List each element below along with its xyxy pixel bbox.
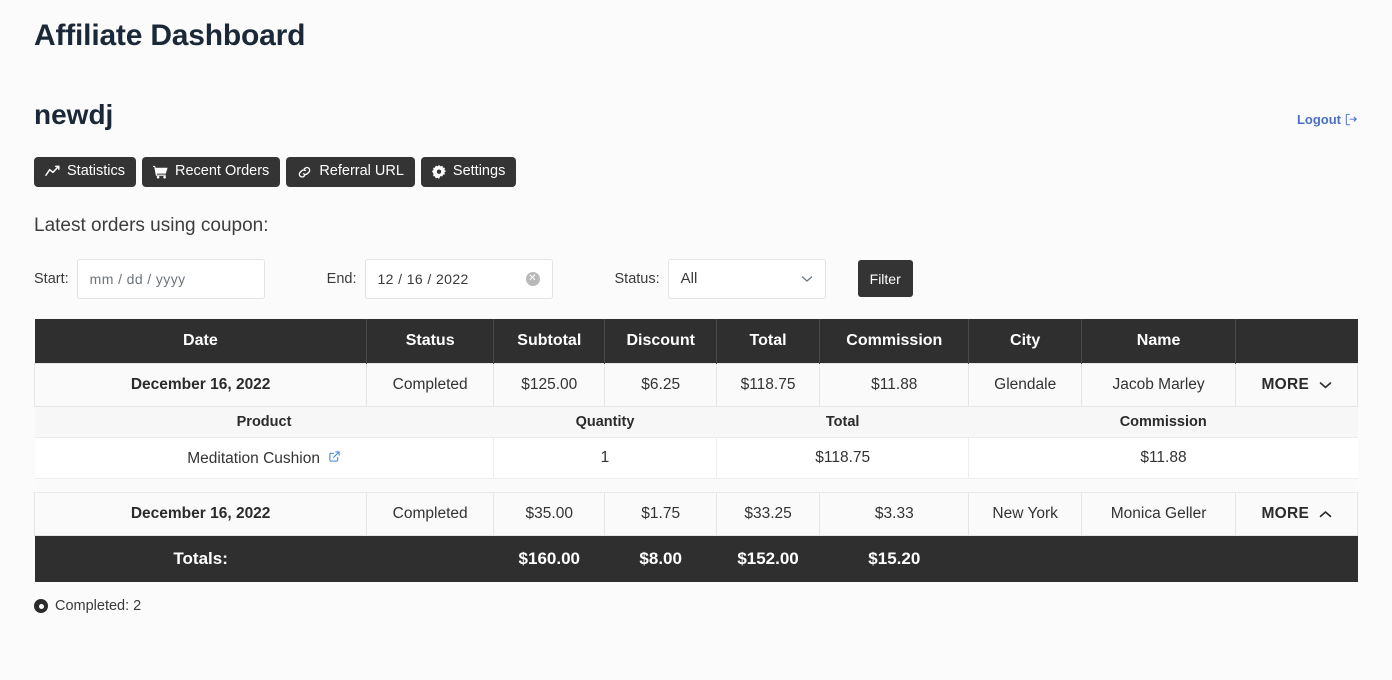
tab-bar: Statistics Recent Orders Referral URL [34, 157, 1358, 187]
logout-link[interactable]: Logout [1297, 112, 1358, 131]
cell-discount: $6.25 [605, 364, 716, 407]
totals-city-empty [969, 536, 1081, 583]
cell-total: $33.25 [716, 493, 819, 536]
filter-bar: Start: mm / dd / yyyy End: 12 / 16 / 202… [34, 259, 1358, 299]
shopping-cart-icon [153, 165, 168, 179]
tab-settings[interactable]: Settings [421, 157, 516, 187]
table-row[interactable]: December 16, 2022 Completed $125.00 $6.2… [35, 364, 1358, 407]
column-header-discount: Discount [605, 319, 716, 364]
cell-name: Jacob Marley [1081, 364, 1235, 407]
account-header: newdj Logout [34, 100, 1358, 131]
detail-cell-quantity: 1 [494, 438, 717, 479]
tab-settings-label: Settings [453, 163, 505, 180]
end-date-label: End: [327, 271, 357, 287]
more-toggle-button[interactable]: MORE [1236, 364, 1358, 407]
status-dot-icon [34, 599, 48, 613]
page-title: Affiliate Dashboard [34, 0, 1358, 54]
detail-column-product: Product [35, 407, 494, 438]
totals-status-empty [367, 536, 494, 583]
link-icon [297, 165, 312, 179]
cell-date: December 16, 2022 [35, 493, 367, 536]
page-container: Affiliate Dashboard newdj Logout Statist… [0, 0, 1392, 614]
detail-cell-commission: $11.88 [969, 438, 1358, 479]
cell-status: Completed [367, 364, 494, 407]
detail-cell-total: $118.75 [716, 438, 969, 479]
totals-subtotal: $160.00 [494, 536, 605, 583]
totals-row: Totals: $160.00 $8.00 $152.00 $15.20 [35, 536, 1358, 583]
external-link-icon[interactable] [329, 449, 340, 467]
tab-recent-orders[interactable]: Recent Orders [142, 157, 280, 187]
totals-name-empty [1081, 536, 1235, 583]
legend-label-completed: Completed: 2 [55, 598, 141, 614]
table-row[interactable]: December 16, 2022 Completed $35.00 $1.75… [35, 493, 1358, 536]
tab-referral-url[interactable]: Referral URL [286, 157, 415, 187]
cell-status: Completed [367, 493, 494, 536]
status-select-label: Status: [615, 271, 660, 287]
totals-discount: $8.00 [605, 536, 716, 583]
totals-actions-empty [1236, 536, 1358, 583]
start-date-label: Start: [34, 271, 69, 287]
detail-spacer-row [35, 479, 1358, 493]
start-date-value: mm / dd / yyyy [90, 271, 186, 287]
detail-column-commission: Commission [969, 407, 1358, 438]
tab-recent-orders-label: Recent Orders [175, 163, 269, 180]
chevron-down-icon [801, 270, 813, 287]
filter-button[interactable]: Filter [858, 260, 913, 297]
cell-date: December 16, 2022 [35, 364, 367, 407]
more-label: MORE [1261, 376, 1309, 393]
start-date-input[interactable]: mm / dd / yyyy [77, 259, 265, 299]
chevron-up-icon [1319, 505, 1332, 523]
section-heading: Latest orders using coupon: [34, 215, 1358, 237]
column-header-subtotal: Subtotal [494, 319, 605, 364]
cell-total: $118.75 [716, 364, 819, 407]
column-header-actions [1236, 319, 1358, 364]
cell-commission: $3.33 [820, 493, 969, 536]
detail-header-row: Product Quantity Total Commission [35, 407, 1358, 438]
detail-column-quantity: Quantity [494, 407, 717, 438]
cell-subtotal: $35.00 [494, 493, 605, 536]
tab-referral-url-label: Referral URL [319, 163, 404, 180]
detail-column-total: Total [716, 407, 969, 438]
tab-statistics[interactable]: Statistics [34, 157, 136, 187]
detail-cell-product: Meditation Cushion [35, 438, 494, 479]
end-date-input[interactable]: 12 / 16 / 2022 ✕ [365, 259, 553, 299]
column-header-city: City [969, 319, 1081, 364]
cell-discount: $1.75 [605, 493, 716, 536]
cell-name: Monica Geller [1081, 493, 1235, 536]
cell-city: New York [969, 493, 1081, 536]
cell-subtotal: $125.00 [494, 364, 605, 407]
status-legend: Completed: 2 [34, 598, 1358, 614]
account-name: newdj [34, 100, 113, 131]
tab-statistics-label: Statistics [67, 163, 125, 180]
cell-city: Glendale [969, 364, 1081, 407]
more-label: MORE [1261, 505, 1309, 522]
cell-commission: $11.88 [820, 364, 969, 407]
chevron-down-icon [1319, 376, 1332, 394]
totals-label: Totals: [35, 536, 367, 583]
column-header-commission: Commission [820, 319, 969, 364]
totals-commission: $15.20 [820, 536, 969, 583]
column-header-date: Date [35, 319, 367, 364]
orders-table: Date Status Subtotal Discount Total Comm… [34, 319, 1358, 583]
gear-icon [432, 165, 446, 179]
detail-row: Meditation Cushion 1 $118.75 $11.88 [35, 438, 1358, 479]
detail-product-name: Meditation Cushion [187, 450, 320, 467]
chart-line-icon [45, 165, 60, 178]
sign-out-icon [1345, 113, 1358, 126]
more-toggle-button[interactable]: MORE [1236, 493, 1358, 536]
clear-icon[interactable]: ✕ [526, 272, 540, 286]
totals-total: $152.00 [716, 536, 819, 583]
column-header-name: Name [1081, 319, 1235, 364]
end-date-value: 12 / 16 / 2022 [378, 271, 469, 287]
status-select[interactable]: All [668, 259, 826, 299]
column-header-total: Total [716, 319, 819, 364]
status-select-value: All [681, 270, 698, 287]
column-header-status: Status [367, 319, 494, 364]
table-header-row: Date Status Subtotal Discount Total Comm… [35, 319, 1358, 364]
logout-label: Logout [1297, 112, 1341, 127]
